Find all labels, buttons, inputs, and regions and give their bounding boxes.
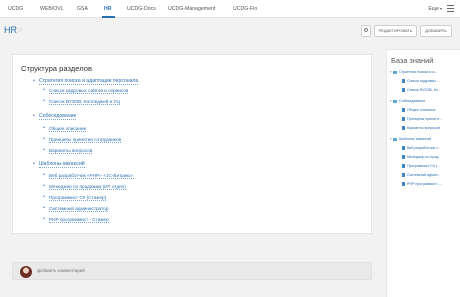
kb-tree-label: Список кадровых ... — [407, 79, 440, 83]
kb-tree-item[interactable]: Программист C# (... — [402, 163, 458, 169]
kb-tree-folder[interactable]: ▾ Шаблоны вакансий — [390, 136, 458, 142]
bullet-icon: • — [43, 183, 45, 189]
gear-icon: ⚙ — [363, 28, 369, 34]
toc-section-link[interactable]: Собеседование — [39, 113, 77, 120]
toc-subsection-link[interactable]: Менеджер по продажам (ИТ отдел) — [49, 183, 126, 190]
kb-tree-item[interactable]: Общее описание — [402, 107, 458, 113]
nav-more-menu[interactable]: Еще▾ — [428, 0, 442, 18]
nav-tab-ucdg-docs[interactable]: UCDG-Docs — [127, 0, 156, 18]
document-icon — [402, 108, 405, 113]
knowledge-base-sidebar: База знаний ▾ Стратегия поиска и а... Спис… — [386, 49, 460, 297]
toc-section-link[interactable]: Стратегия поиска и адаптации персонала — [39, 78, 139, 85]
page-header: HR ☆ ⚙ РЕДАКТИРОВАТЬ ДОБАВИТЬ — [0, 18, 460, 43]
kb-tree-item[interactable]: Системный админ... — [402, 172, 458, 178]
bullet-icon: • — [43, 87, 45, 93]
toc-subsection-link[interactable]: Общее описание — [49, 125, 87, 132]
document-icon — [402, 88, 405, 93]
section-structure-heading: Структура разделов — [21, 64, 92, 73]
kb-tree-label: Принципы приняти... — [407, 117, 442, 121]
star-icon[interactable]: ☆ — [17, 26, 23, 34]
kb-tree-item[interactable]: Веб разработчик «... — [402, 145, 458, 151]
nav-tab-web-ovl[interactable]: WEB/OVL — [40, 0, 64, 18]
knowledge-base-title: База знаний — [391, 56, 434, 65]
bullet-icon: • — [43, 136, 45, 142]
section-structure-panel: Структура разделов • Стратегия поиска и … — [12, 54, 372, 234]
kb-tree-label: Собеседование — [399, 99, 426, 103]
toc-section-link[interactable]: Шаблоны вакансий — [39, 161, 85, 168]
folder-icon — [393, 137, 397, 141]
bullet-icon: • — [33, 161, 35, 167]
nav-more-label: Еще — [428, 6, 439, 12]
kb-tree-label: Список ВУЗОВ, Ко... — [407, 88, 441, 92]
bullet-icon: • — [43, 205, 45, 211]
nav-tab-ucdg[interactable]: UCDG — [8, 0, 23, 18]
toc-subsection-link[interactable]: PHP программист - Стажер — [49, 216, 109, 223]
kb-tree-item[interactable]: Варианты вопросов — [402, 125, 458, 131]
settings-button[interactable]: ⚙ — [361, 25, 371, 37]
document-icon — [402, 146, 405, 151]
toc-subsection-link[interactable]: Программист C# (Стажер) — [49, 194, 107, 201]
bullet-icon: • — [43, 194, 45, 200]
toc-subsection-link[interactable]: Варианты вопросов — [49, 147, 93, 154]
bullet-icon: • — [43, 216, 45, 222]
document-icon — [402, 173, 405, 178]
bullet-icon: • — [43, 98, 45, 104]
document-icon — [402, 164, 405, 169]
kb-tree-label: Системный админ... — [407, 173, 441, 177]
nav-tab-gsa[interactable]: GSA — [77, 0, 88, 18]
kb-tree-label: Менеджер по прод... — [407, 155, 442, 159]
document-icon — [402, 117, 405, 122]
top-navigation: UCDG WEB/OVL GSA HR UCDG-Docs UCDG-Manag… — [0, 0, 460, 18]
document-icon — [402, 155, 405, 160]
kb-tree-item[interactable]: Принципы приняти... — [402, 116, 458, 122]
kb-tree-label: Шаблоны вакансий — [399, 137, 432, 141]
kb-tree-folder[interactable]: ▾ Стратегия поиска и а... — [390, 69, 458, 75]
toc-subsection-link[interactable]: Список ВУЗОВ, Колледжей и УЦ — [49, 98, 120, 105]
edit-button[interactable]: РЕДАКТИРОВАТЬ — [374, 25, 417, 37]
bullet-icon: • — [43, 172, 45, 178]
bullet-icon: • — [33, 113, 35, 119]
bullet-icon: • — [33, 78, 35, 84]
bullet-icon: • — [43, 147, 45, 153]
kb-tree-label: Веб разработчик «... — [407, 146, 442, 150]
avatar — [20, 266, 32, 278]
toc-subsection-link[interactable]: Список кадровых сайтов и сервисов — [49, 87, 129, 94]
kb-tree-label: Стратегия поиска и а... — [399, 70, 438, 74]
add-comment-input[interactable]: Добавить комментарий — [37, 268, 85, 273]
document-icon — [402, 126, 405, 131]
nav-tab-ucdg-fin[interactable]: UCDG-Fin — [233, 0, 257, 18]
toc-subsection-link[interactable]: Веб разработчик «PHP» +1С-Битрикс» — [49, 172, 134, 179]
add-button[interactable]: ДОБАВИТЬ — [420, 25, 452, 37]
kb-tree-item[interactable]: Список кадровых ... — [402, 78, 458, 84]
hamburger-menu-icon[interactable] — [447, 5, 454, 12]
nav-tab-ucdg-management[interactable]: UCDG-Management — [168, 0, 215, 18]
kb-tree-item[interactable]: Список ВУЗОВ, Ко... — [402, 87, 458, 93]
kb-tree-item[interactable]: Менеджер по прод... — [402, 154, 458, 160]
kb-tree-label: Программист C# (... — [407, 164, 441, 168]
toc-subsection-link[interactable]: Принципы принятия сотрудников — [49, 136, 122, 143]
kb-tree-label: Общее описание — [407, 108, 436, 112]
toc-subsection-link[interactable]: Системный администратор — [49, 205, 109, 212]
folder-icon — [393, 99, 397, 103]
kb-tree-item[interactable]: PHP программист -... — [402, 181, 458, 187]
chevron-down-icon: ▾ — [439, 6, 442, 11]
document-icon — [402, 79, 405, 84]
folder-icon — [393, 70, 397, 74]
kb-tree-label: PHP программист -... — [407, 182, 443, 186]
document-icon — [402, 182, 405, 187]
bullet-icon: • — [43, 125, 45, 131]
comment-bar: Добавить комментарий — [12, 262, 372, 280]
kb-tree-folder[interactable]: ▾ Собеседование — [390, 98, 458, 104]
page-title: HR — [4, 25, 17, 35]
kb-tree-label: Варианты вопросов — [407, 126, 441, 130]
